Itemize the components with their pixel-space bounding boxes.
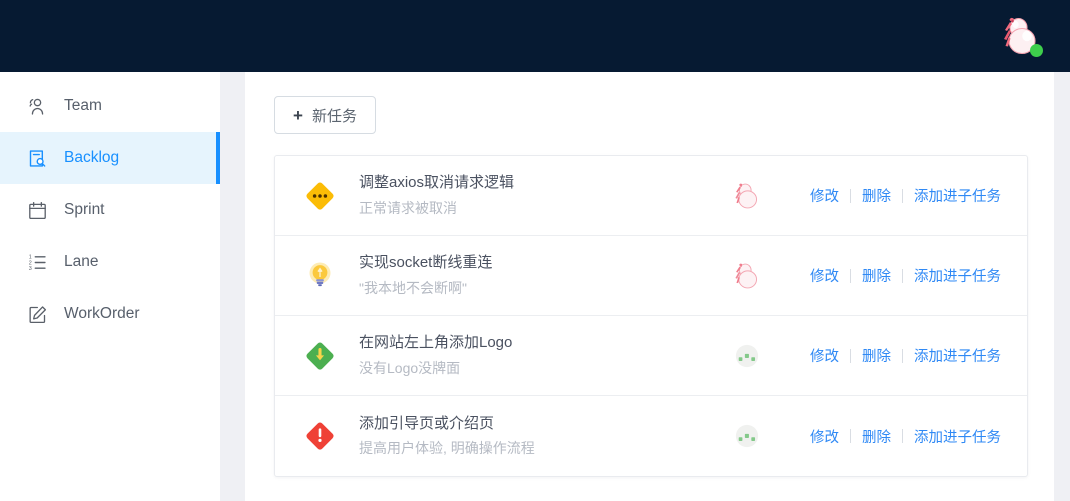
task-subtitle: 提高用户体验, 明确操作流程 [359,440,535,457]
priority-low-arrow-down-icon [303,339,337,373]
priority-idea-bulb-icon [303,259,337,293]
add-subtask-link[interactable]: 添加进子任务 [914,185,1001,206]
delete-link[interactable]: 删除 [862,426,891,447]
action-separator [850,429,851,443]
sidebar-item-label: Lane [64,253,99,271]
task-subtitle: 正常请求被取消 [359,199,457,216]
edit-link[interactable]: 修改 [810,345,839,366]
action-separator [850,188,851,203]
row-actions: 修改 删除 添加进子任务 [810,185,1001,206]
delete-link[interactable]: 删除 [862,265,891,286]
task-title: 实现socket断线重连 [359,254,493,272]
sidebar-item-team[interactable]: Team [0,80,220,132]
task-subtitle: "我本地不会断啊" [359,279,467,296]
delete-link[interactable]: 删除 [862,185,891,206]
action-separator [902,429,903,443]
sidebar-item-label: WorkOrder [64,305,140,323]
priority-medium-dots-icon [303,179,337,213]
calendar-icon [26,199,48,221]
sidebar-item-sprint[interactable]: Sprint [0,184,220,236]
table-row[interactable]: 调整axios取消请求逻辑 正常请求被取消 修改 删除 添加进子任务 [275,156,1027,236]
task-text: 实现socket断线重连 "我本地不会断啊" [359,253,730,297]
ordered-list-icon: 1 2 3 [26,251,48,273]
action-separator [902,268,903,283]
task-title: 调整axios取消请求逻辑 [359,174,515,192]
priority-high-exclamation-icon [303,419,337,453]
app-header [0,0,1070,72]
plus-icon: + [293,105,303,125]
content-area: + 新任务 调整axios取消请求逻辑 正常请求被取消 修改 删除 添加进子任务… [245,72,1054,501]
edit-link[interactable]: 修改 [810,185,839,206]
team-icon [26,95,48,117]
backlog-icon [26,147,48,169]
avatar-green-icon[interactable] [730,419,764,453]
task-subtitle: 没有Logo没牌面 [359,359,461,376]
sidebar-content-gutter [220,72,245,501]
add-subtask-link[interactable]: 添加进子任务 [914,345,1001,366]
task-text: 添加引导页或介绍页 提高用户体验, 明确操作流程 [359,414,730,458]
svg-text:3: 3 [28,266,31,272]
task-text: 调整axios取消请求逻辑 正常请求被取消 [359,173,730,217]
add-subtask-link[interactable]: 添加进子任务 [914,265,1001,286]
sidebar: Team Backlog Sprint 1 2 3 Lane WorkOrder [0,72,220,501]
sidebar-item-workorder[interactable]: WorkOrder [0,288,220,340]
task-text: 在网站左上角添加Logo 没有Logo没牌面 [359,333,730,377]
sidebar-item-backlog[interactable]: Backlog [0,132,220,184]
edit-link[interactable]: 修改 [810,426,839,447]
table-row[interactable]: 添加引导页或介绍页 提高用户体验, 明确操作流程 修改 删除 添加进子任务 [275,396,1027,476]
right-gutter [1054,72,1070,501]
action-separator [902,188,903,203]
sidebar-item-label: Backlog [64,149,120,167]
avatar-pink-icon[interactable] [730,259,764,293]
table-row[interactable]: 实现socket断线重连 "我本地不会断啊" 修改 删除 添加进子任务 [275,236,1027,316]
edit-link[interactable]: 修改 [810,265,839,286]
delete-link[interactable]: 删除 [862,345,891,366]
avatar-green-icon[interactable] [730,339,764,373]
avatar-pink-icon[interactable] [730,179,764,213]
sidebar-item-lane[interactable]: 1 2 3 Lane [0,236,220,288]
table-row[interactable]: 在网站左上角添加Logo 没有Logo没牌面 修改 删除 添加进子任务 [275,316,1027,396]
new-task-button-label: 新任务 [311,107,357,125]
task-title: 在网站左上角添加Logo [359,334,513,352]
add-subtask-link[interactable]: 添加进子任务 [914,426,1001,447]
row-actions: 修改 删除 添加进子任务 [810,345,1001,366]
sidebar-item-label: Sprint [64,201,105,219]
row-actions: 修改 删除 添加进子任务 [810,426,1001,447]
header-user-avatar[interactable] [999,14,1043,58]
edit-square-icon [26,303,48,325]
action-separator [902,348,903,363]
action-separator [850,348,851,363]
action-separator [850,268,851,283]
status-online-dot [1030,44,1043,57]
new-task-button[interactable]: + 新任务 [274,96,376,134]
task-title: 添加引导页或介绍页 [359,414,495,432]
sidebar-item-label: Team [64,97,102,115]
task-list-card: 调整axios取消请求逻辑 正常请求被取消 修改 删除 添加进子任务 实现soc… [274,155,1028,477]
row-actions: 修改 删除 添加进子任务 [810,265,1001,286]
app-root: Team Backlog Sprint 1 2 3 Lane WorkOrder… [0,0,1070,501]
